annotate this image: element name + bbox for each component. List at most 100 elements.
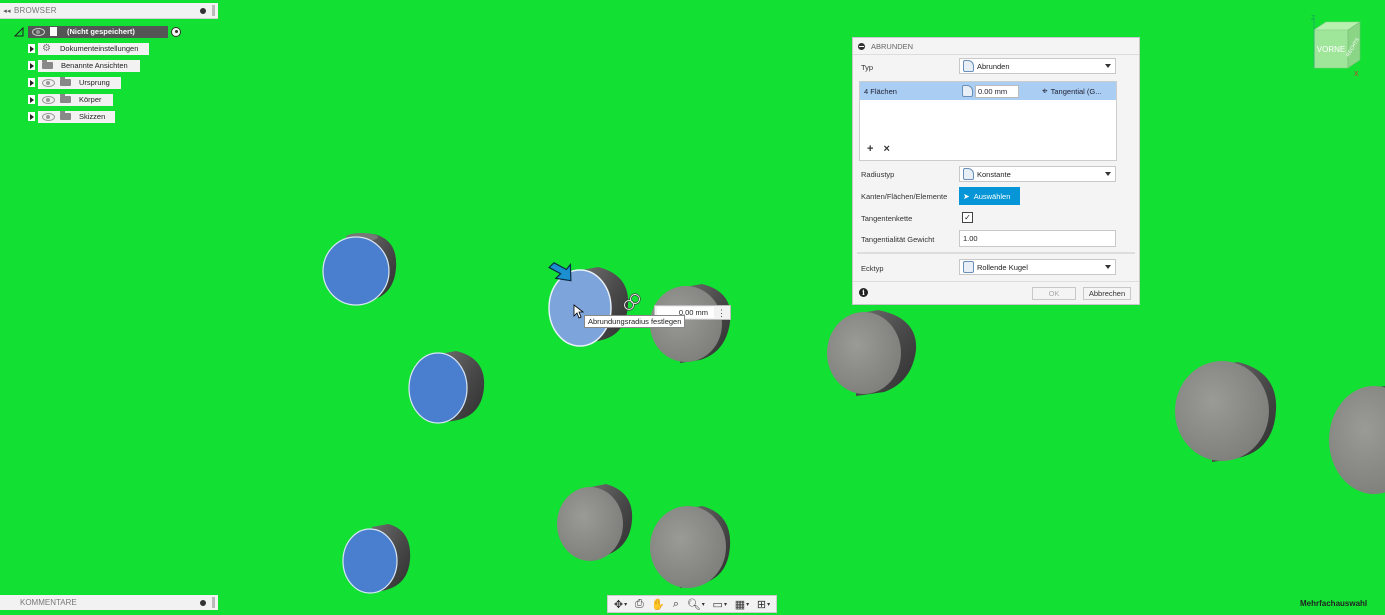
panel-options-icon[interactable]: [200, 599, 206, 606]
ecktyp-label: Ecktyp: [861, 263, 884, 273]
cylinder-body[interactable]: [650, 506, 731, 588]
ecktyp-dropdown[interactable]: Rollende Kugel: [959, 259, 1116, 275]
cancel-button[interactable]: Abbrechen: [1083, 287, 1131, 300]
activate-target-icon[interactable]: [171, 26, 181, 37]
expand-triangle-icon[interactable]: [28, 44, 35, 53]
eye-hidden-icon[interactable]: [42, 78, 55, 87]
viewcube[interactable]: VORNE RECHTS Z X: [1308, 12, 1368, 78]
fillet-icon: [962, 85, 973, 97]
tangentenkette-label: Tangentenkette: [861, 213, 913, 223]
expand-triangle-icon[interactable]: [28, 78, 35, 87]
browser-header[interactable]: ◂◂ BROWSER: [0, 3, 218, 19]
cylinder-body[interactable]: [827, 310, 917, 396]
radius-input[interactable]: 0.00 mm: [975, 84, 1019, 98]
comments-panel[interactable]: KOMMENTARE: [0, 595, 218, 610]
folder-icon: [60, 111, 71, 120]
viewports-icon[interactable]: ⊞ ▾: [757, 598, 770, 611]
tree-item-benannte-ansichten[interactable]: Benannte Ansichten: [28, 59, 181, 72]
tree-root[interactable]: (Nicht gespeichert): [14, 25, 181, 38]
tangentenkette-checkbox[interactable]: ✓: [962, 212, 973, 223]
dialog-footer: i OK Abbrechen: [853, 281, 1139, 304]
pan-hand-icon[interactable]: ✋: [651, 598, 665, 611]
dialog-title: ABRUNDEN: [871, 41, 914, 51]
tree-item-skizzen[interactable]: Skizzen: [28, 110, 181, 123]
root-label: (Nicht gespeichert): [67, 27, 135, 36]
selection-table[interactable]: 4 Flächen 0.00 mm ⌖ Tangential (G... + ×: [859, 81, 1117, 161]
panel-grip-icon[interactable]: [212, 597, 215, 608]
tangent-dropdown[interactable]: ⌖ Tangential (G...: [1036, 86, 1102, 97]
selection-name: 4 Flächen: [864, 86, 897, 96]
kanten-label: Kanten/Flächen/Elemente: [861, 191, 948, 201]
tangentialitaet-input[interactable]: 1.00: [959, 230, 1116, 247]
ok-button[interactable]: OK: [1032, 287, 1076, 300]
tree-item-label: Benannte Ansichten: [61, 61, 128, 70]
browser-tree: (Nicht gespeichert) ⚙ Dokumenteinstellun…: [14, 25, 181, 123]
highlighted-face: [548, 269, 612, 347]
zoom-icon[interactable]: 🔍︎ ▾: [687, 598, 705, 611]
browser-title: BROWSER: [14, 6, 57, 15]
selection-row[interactable]: 4 Flächen 0.00 mm ⌖ Tangential (G...: [860, 82, 1116, 100]
tree-item-label: Ursprung: [79, 78, 110, 87]
more-vertical-icon[interactable]: ⋮: [717, 308, 726, 317]
zoom-fit-icon[interactable]: ⌕: [673, 598, 679, 611]
cylinder-body[interactable]: [557, 484, 633, 561]
cylinder-body[interactable]: [1175, 361, 1277, 462]
divider: [857, 252, 1135, 254]
look-at-icon[interactable]: ⎙: [635, 598, 644, 611]
radiustyp-value: Konstante: [977, 169, 1011, 179]
expand-triangle-icon[interactable]: [28, 112, 35, 121]
axis-x-label: X: [1354, 71, 1359, 78]
cylinder-body[interactable]: [1329, 386, 1385, 494]
typ-label: Typ: [861, 62, 874, 72]
dialog-titlebar[interactable]: ABRUNDEN: [853, 38, 1139, 55]
panel-options-icon[interactable]: [200, 7, 206, 14]
info-icon[interactable]: i: [859, 288, 868, 297]
folder-icon: [42, 60, 53, 69]
folder-icon: [60, 77, 71, 86]
select-button[interactable]: ➤ Auswählen: [959, 187, 1020, 205]
axis-z-label: Z: [1311, 15, 1316, 22]
eye-icon[interactable]: [42, 112, 55, 121]
typ-dropdown[interactable]: Abrunden: [959, 58, 1116, 74]
tangentialitaet-label: Tangentialität Gewicht: [861, 234, 935, 244]
viewcube-front-label: VORNE: [1317, 45, 1345, 54]
tangent-icon: ⌖: [1042, 85, 1048, 97]
tangent-value: Tangential (G...: [1050, 86, 1102, 96]
double-chevron-left-icon[interactable]: ◂◂: [0, 7, 14, 15]
fillet-icon: [963, 60, 974, 72]
collapse-triangle-icon[interactable]: [14, 26, 24, 37]
orbit-icon[interactable]: ✥ ▾: [614, 598, 627, 611]
tree-item-ursprung[interactable]: Ursprung: [28, 76, 181, 89]
cylinder-body[interactable]: [408, 351, 485, 424]
collapse-dialog-icon[interactable]: [858, 42, 865, 50]
expand-triangle-icon[interactable]: [28, 95, 35, 104]
tree-item-koerper[interactable]: Körper: [28, 93, 181, 106]
expand-triangle-icon[interactable]: [28, 61, 35, 70]
tree-item-label: Körper: [79, 95, 102, 104]
remove-icon[interactable]: ×: [883, 143, 889, 155]
radiustyp-label: Radiustyp: [861, 169, 895, 179]
add-icon[interactable]: +: [867, 143, 873, 155]
ecktyp-value: Rollende Kugel: [977, 262, 1028, 272]
chevron-down-icon: [1105, 265, 1111, 269]
tooltip: Abrundungsradius festlegen: [584, 315, 686, 328]
cursor-arrow-icon: ➤: [963, 191, 970, 201]
chevron-down-icon: [1105, 172, 1111, 176]
tree-item-dokumenteinstellungen[interactable]: ⚙ Dokumenteinstellungen: [28, 42, 181, 55]
grid-icon[interactable]: ▦ ▾: [735, 598, 749, 611]
selected-face: [322, 236, 390, 306]
cylinder-body[interactable]: [322, 233, 397, 306]
eye-icon[interactable]: [32, 27, 45, 36]
eye-icon[interactable]: [42, 95, 55, 104]
gear-icon: ⚙: [42, 42, 51, 54]
typ-value: Abrunden: [977, 61, 1010, 71]
cylinder-body[interactable]: [342, 524, 411, 594]
rolling-ball-icon: [963, 261, 974, 273]
fillet-dialog: ABRUNDEN Typ Abrunden 4 Flächen 0.00 mm …: [852, 37, 1140, 305]
comments-title: KOMMENTARE: [20, 598, 77, 607]
folder-icon: [60, 94, 71, 103]
panel-grip-icon[interactable]: [212, 5, 215, 16]
chevron-down-icon: [1105, 64, 1111, 68]
radiustyp-dropdown[interactable]: Konstante: [959, 166, 1116, 182]
display-settings-icon[interactable]: ▭ ▾: [713, 598, 727, 611]
